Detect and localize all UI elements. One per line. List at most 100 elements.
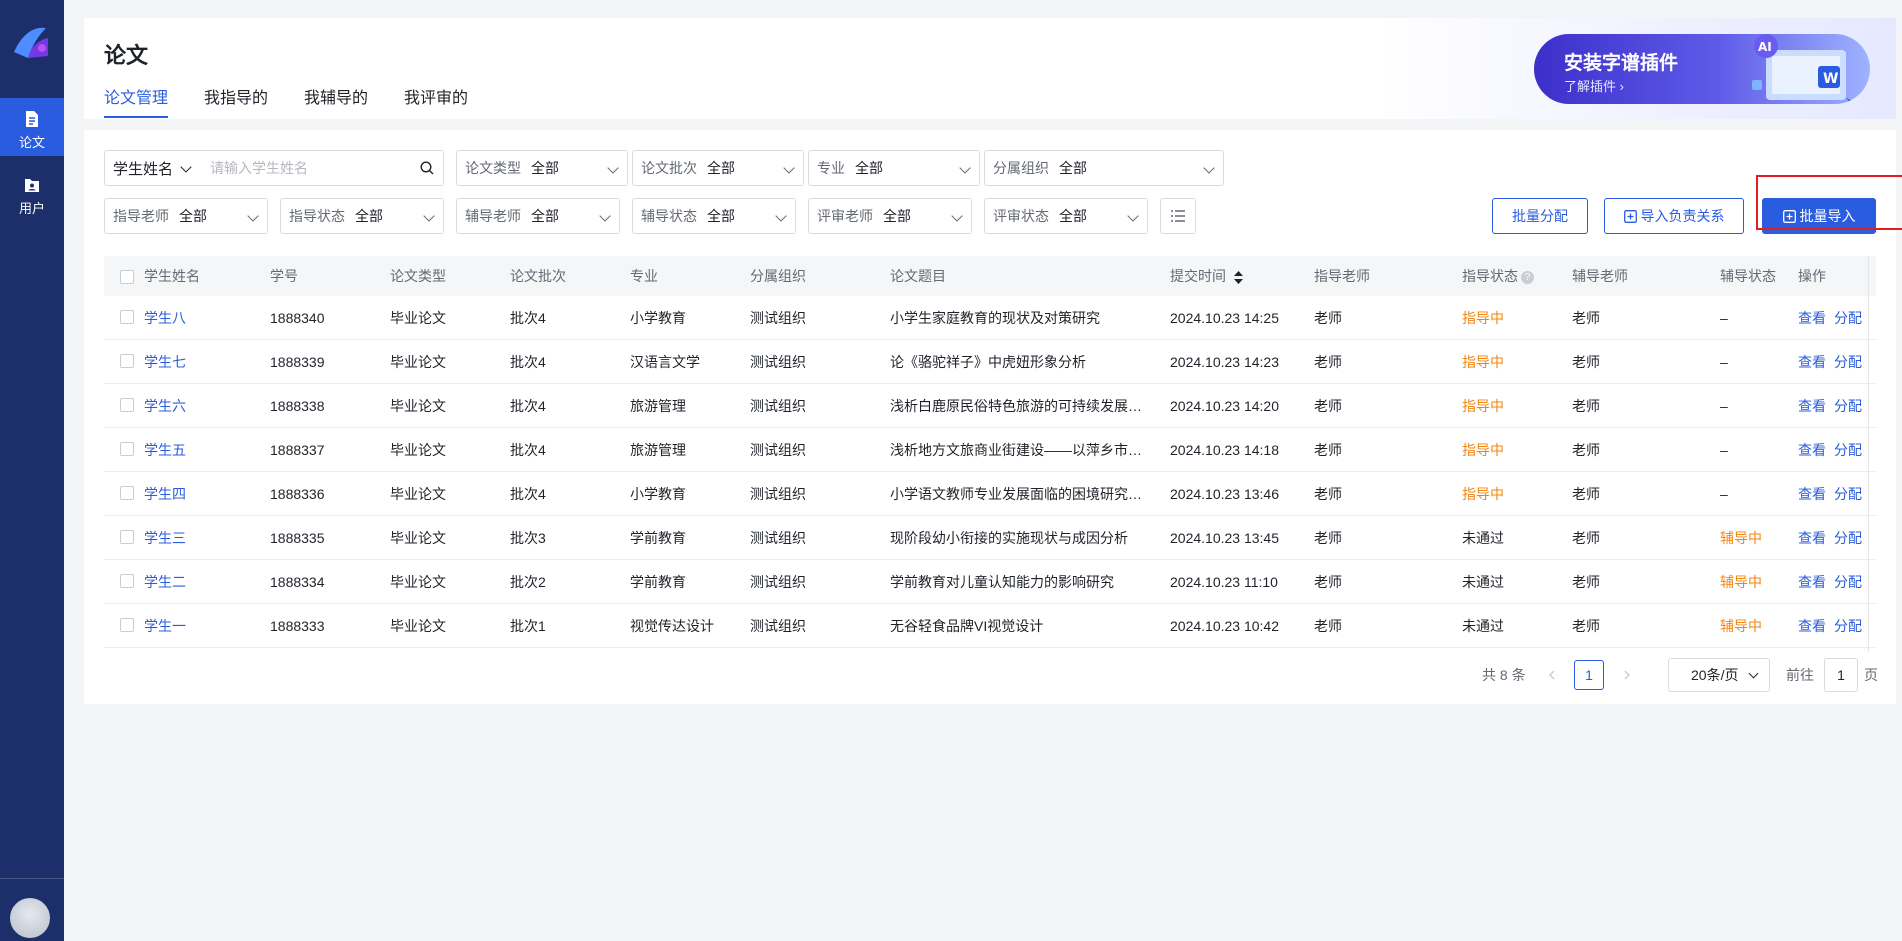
column-settings-button[interactable] xyxy=(1160,198,1196,234)
paper-title-cell: 小学生家庭教育的现状及对策研究 xyxy=(890,310,1100,326)
student-name-link[interactable]: 学生四 xyxy=(144,472,186,516)
batch-import-button[interactable]: 批量导入 xyxy=(1762,198,1876,234)
view-link[interactable]: 查看 xyxy=(1798,296,1826,340)
assign-link[interactable]: 分配 xyxy=(1834,296,1862,340)
plugin-promo-banner[interactable]: 安装字谱插件 了解插件 › W AI xyxy=(1534,34,1870,104)
help-icon[interactable]: ? xyxy=(1521,270,1534,284)
chevron-down-icon xyxy=(1203,162,1215,174)
paper-title-cell: 论《骆驼祥子》中虎妞形象分析 xyxy=(890,354,1086,370)
assign-link[interactable]: 分配 xyxy=(1834,472,1862,516)
filter-advisor[interactable]: 指导老师 全部 xyxy=(104,198,268,234)
student-name-link[interactable]: 学生八 xyxy=(144,296,186,340)
student-name-link[interactable]: 学生一 xyxy=(144,604,186,648)
major-cell: 学前教育 xyxy=(630,530,686,546)
paper-type-cell: 毕业论文 xyxy=(390,618,446,634)
major-cell: 旅游管理 xyxy=(630,442,686,458)
assign-link[interactable]: 分配 xyxy=(1834,604,1862,648)
row-checkbox[interactable] xyxy=(120,530,134,544)
advisor-cell: 老师 xyxy=(1314,618,1342,634)
filter-paper-type[interactable]: 论文类型 全部 xyxy=(456,150,628,186)
organization-cell: 测试组织 xyxy=(750,486,806,502)
search-icon[interactable] xyxy=(420,161,434,175)
paper-batch-cell: 批次2 xyxy=(510,574,546,590)
sort-icon[interactable] xyxy=(1233,270,1243,284)
next-page-button[interactable] xyxy=(1612,660,1642,690)
view-link[interactable]: 查看 xyxy=(1798,428,1826,472)
tab-paper-management[interactable]: 论文管理 xyxy=(104,84,169,118)
student-name-link[interactable]: 学生二 xyxy=(144,560,186,604)
student-name-link[interactable]: 学生五 xyxy=(144,428,186,472)
student-name-link[interactable]: 学生三 xyxy=(144,516,186,560)
row-checkbox[interactable] xyxy=(120,398,134,412)
assign-link[interactable]: 分配 xyxy=(1834,560,1862,604)
select-all-checkbox[interactable] xyxy=(120,270,134,284)
paper-type-cell: 毕业论文 xyxy=(390,398,446,414)
student-name-link[interactable]: 学生七 xyxy=(144,340,186,384)
search-field-select[interactable]: 学生姓名 xyxy=(104,150,201,186)
column-header: 操作 xyxy=(1798,268,1826,284)
tab-my-tutored[interactable]: 我辅导的 xyxy=(304,84,368,118)
sidebar: 论文 用户 xyxy=(0,0,64,941)
organization-cell: 测试组织 xyxy=(750,310,806,326)
student-id-cell: 1888333 xyxy=(270,618,325,634)
app-logo[interactable] xyxy=(8,22,56,66)
view-link[interactable]: 查看 xyxy=(1798,384,1826,428)
major-cell: 汉语言文学 xyxy=(630,354,700,370)
view-link[interactable]: 查看 xyxy=(1798,516,1826,560)
column-header-sortable[interactable]: 提交时间 xyxy=(1170,256,1243,296)
view-link[interactable]: 查看 xyxy=(1798,340,1826,384)
goto-page-input[interactable] xyxy=(1824,658,1858,692)
chevron-down-icon xyxy=(607,162,619,174)
assign-link[interactable]: 分配 xyxy=(1834,384,1862,428)
chevron-down-icon xyxy=(959,162,971,174)
filter-paper-batch[interactable]: 论文批次 全部 xyxy=(632,150,804,186)
tutor-status-cell: 辅导中 xyxy=(1720,530,1762,546)
filter-tutor-status[interactable]: 辅导状态 全部 xyxy=(632,198,796,234)
filter-major[interactable]: 专业 全部 xyxy=(808,150,980,186)
paper-title-cell: 学前教育对儿童认知能力的影响研究 xyxy=(890,574,1114,590)
column-header: 论文类型 xyxy=(390,268,446,284)
organization-cell: 测试组织 xyxy=(750,442,806,458)
advisor-cell: 老师 xyxy=(1314,574,1342,590)
chevron-down-icon xyxy=(1748,668,1759,679)
goto-label: 前往 xyxy=(1786,667,1814,683)
tab-my-advised[interactable]: 我指导的 xyxy=(204,84,268,118)
advisor-cell: 老师 xyxy=(1314,398,1342,414)
assign-link[interactable]: 分配 xyxy=(1834,340,1862,384)
sidebar-item-user[interactable]: 用户 xyxy=(0,164,64,222)
column-header: 指导状态? xyxy=(1462,256,1534,296)
tutor-status-cell: 辅导中 xyxy=(1720,618,1762,634)
filter-tutor[interactable]: 辅导老师 全部 xyxy=(456,198,620,234)
filter-review-status[interactable]: 评审状态 全部 xyxy=(984,198,1148,234)
view-link[interactable]: 查看 xyxy=(1798,472,1826,516)
sidebar-item-paper[interactable]: 论文 xyxy=(0,98,64,156)
row-checkbox[interactable] xyxy=(120,442,134,456)
row-checkbox[interactable] xyxy=(120,354,134,368)
row-checkbox[interactable] xyxy=(120,310,134,324)
filter-reviewer[interactable]: 评审老师 全部 xyxy=(808,198,972,234)
row-checkbox[interactable] xyxy=(120,618,134,632)
row-checkbox[interactable] xyxy=(120,486,134,500)
promo-title: 安装字谱插件 xyxy=(1564,53,1679,74)
tab-my-reviewed[interactable]: 我评审的 xyxy=(404,84,468,118)
import-relation-button[interactable]: 导入负责关系 xyxy=(1604,198,1744,234)
column-header: 学生姓名 xyxy=(144,268,200,284)
assign-link[interactable]: 分配 xyxy=(1834,428,1862,472)
table-row: 学生四 1888336 毕业论文 批次4 小学教育 测试组织 小学语文教师专业发展面临的困境… xyxy=(104,472,1876,516)
row-checkbox[interactable] xyxy=(120,574,134,588)
assign-link[interactable]: 分配 xyxy=(1834,516,1862,560)
filter-advisor-status[interactable]: 指导状态 全部 xyxy=(280,198,444,234)
batch-assign-button[interactable]: 批量分配 xyxy=(1492,198,1588,234)
filter-organization[interactable]: 分属组织 全部 xyxy=(984,150,1224,186)
promo-learn-more-link[interactable]: 了解插件 › xyxy=(1564,76,1624,95)
student-name-link[interactable]: 学生六 xyxy=(144,384,186,428)
avatar[interactable] xyxy=(10,898,50,938)
view-link[interactable]: 查看 xyxy=(1798,560,1826,604)
ai-badge: AI xyxy=(1758,40,1772,54)
page-size-select[interactable]: 20条/页 xyxy=(1668,658,1770,692)
table-row: 学生二 1888334 毕业论文 批次2 学前教育 测试组织 学前教育对儿童认知能力的影响研… xyxy=(104,560,1876,604)
student-name-search-input[interactable] xyxy=(200,150,444,186)
page-number-button[interactable]: 1 xyxy=(1574,660,1604,690)
prev-page-button[interactable] xyxy=(1536,660,1566,690)
view-link[interactable]: 查看 xyxy=(1798,604,1826,648)
